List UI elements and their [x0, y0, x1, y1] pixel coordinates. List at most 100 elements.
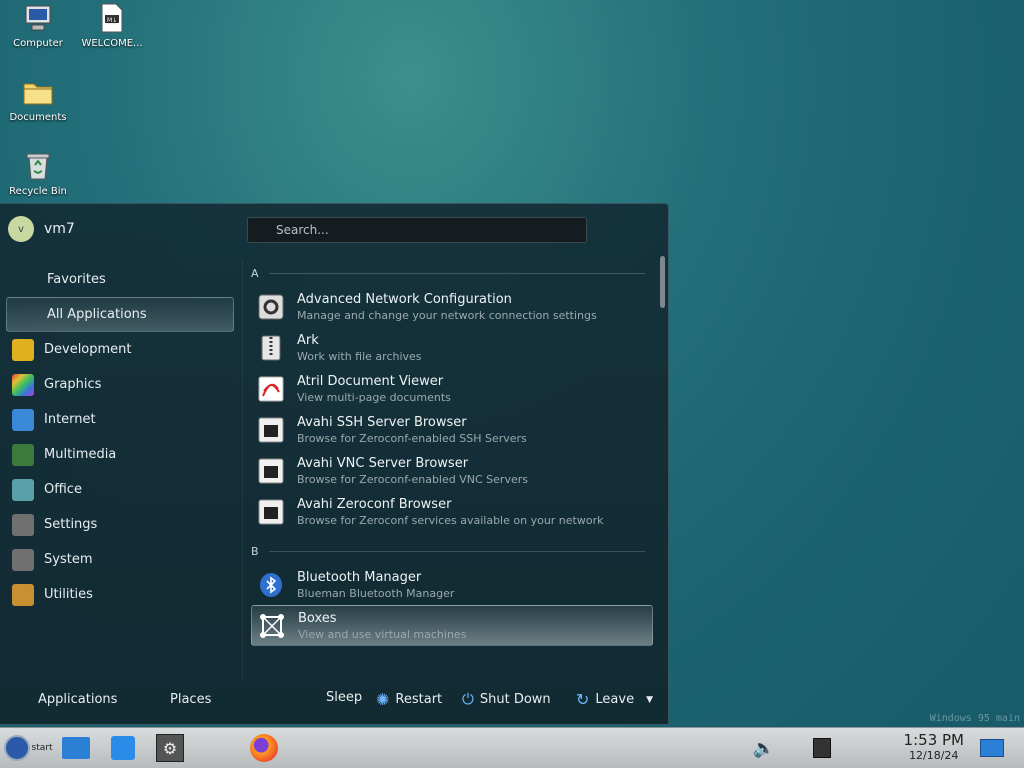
- category-office[interactable]: Office: [6, 472, 234, 507]
- file-manager-button[interactable]: [60, 732, 92, 764]
- clock-time: 1:53 PM: [903, 731, 964, 749]
- taskbar: start ⚙ 🔈 1:53 PM 12/18/24: [0, 727, 1024, 768]
- category-multimedia[interactable]: Multimedia: [6, 437, 234, 472]
- category-utilities[interactable]: Utilities: [6, 577, 234, 612]
- firefox-button[interactable]: [248, 732, 280, 764]
- app-item-ark[interactable]: Ark Work with file archives: [243, 327, 657, 368]
- bluetooth-icon: [257, 571, 285, 599]
- internet-icon: [12, 408, 34, 431]
- app-name: Avahi Zeroconf Browser: [297, 496, 452, 512]
- computer-icon: [22, 2, 54, 34]
- app-name: Atril Document Viewer: [297, 373, 444, 389]
- search-input[interactable]: Search...: [247, 217, 587, 243]
- menu-footer: Applications Places Sleep ✺ Restart ⏻ Sh…: [0, 678, 668, 724]
- category-label: Multimedia: [44, 447, 117, 462]
- speaker-icon: 🔈: [752, 737, 776, 759]
- gear-icon: ⚙: [156, 734, 184, 762]
- section-header: B: [243, 538, 657, 564]
- store-icon: [111, 736, 135, 760]
- user-header[interactable]: v vm7: [8, 216, 75, 242]
- floppy-icon: [813, 738, 831, 758]
- category-label: Utilities: [44, 587, 93, 602]
- desktop-icon-label: Recycle Bin: [9, 186, 67, 197]
- section-divider: [268, 550, 645, 552]
- app-description: Work with file archives: [297, 349, 422, 363]
- category-all-applications[interactable]: All Applications: [6, 297, 234, 332]
- app-description: Blueman Bluetooth Manager: [297, 586, 455, 600]
- clock-date: 12/18/24: [909, 749, 959, 762]
- category-label: All Applications: [47, 307, 147, 322]
- chevron-down-icon: ▼: [646, 694, 653, 705]
- app-description: Browse for Zeroconf-enabled SSH Servers: [297, 431, 527, 445]
- desktop-icon-recycle-bin[interactable]: Recycle Bin: [0, 150, 78, 197]
- save-drive-button[interactable]: [806, 732, 838, 764]
- section-divider: [268, 272, 645, 274]
- app-name: Avahi SSH Server Browser: [297, 414, 467, 430]
- desktop-icon-documents[interactable]: Documents: [0, 76, 78, 123]
- application-menu: v vm7 Search... Favorites All Applicatio…: [0, 203, 669, 725]
- leave-label: Leave: [595, 692, 635, 707]
- software-store-button[interactable]: [107, 732, 139, 764]
- tab-applications[interactable]: Applications: [38, 690, 117, 709]
- restart-button[interactable]: ✺ Restart: [376, 690, 442, 709]
- volume-button[interactable]: 🔈: [748, 732, 780, 764]
- start-button[interactable]: start: [2, 732, 54, 764]
- scrollbar-thumb[interactable]: [660, 256, 665, 308]
- restart-label: Restart: [395, 692, 443, 707]
- section-header: A: [243, 260, 657, 286]
- category-favorites[interactable]: Favorites: [6, 262, 234, 297]
- app-description: View and use virtual machines: [298, 627, 467, 641]
- category-list: Favorites All Applications Development G…: [6, 262, 234, 612]
- desktop-watermark: Windows 95 main: [929, 713, 1020, 724]
- sleep-button[interactable]: Sleep: [326, 690, 362, 705]
- settings-gear-icon: [12, 513, 34, 536]
- app-description: Browse for Zeroconf services available o…: [297, 513, 604, 527]
- app-description: View multi-page documents: [297, 390, 451, 404]
- desktop-icon-welcome[interactable]: M↓ WELCOME...: [72, 2, 152, 49]
- archive-icon: [257, 334, 285, 362]
- app-name: Advanced Network Configuration: [297, 291, 512, 307]
- development-icon: [12, 338, 34, 361]
- leave-button[interactable]: ↻ Leave ▼: [576, 690, 653, 709]
- category-settings[interactable]: Settings: [6, 507, 234, 542]
- desktop-icon-computer[interactable]: Computer: [0, 2, 78, 49]
- category-label: Graphics: [44, 377, 102, 392]
- sleep-label: Sleep: [326, 690, 363, 705]
- boxes-icon: [258, 612, 286, 640]
- category-development[interactable]: Development: [6, 332, 234, 367]
- user-name: vm7: [44, 221, 75, 237]
- app-item-advanced-network-configuration[interactable]: Advanced Network Configuration Manage an…: [243, 286, 657, 327]
- category-internet[interactable]: Internet: [6, 402, 234, 437]
- shutdown-button[interactable]: ⏻ Shut Down: [462, 690, 551, 708]
- restart-icon: ✺: [376, 690, 390, 709]
- document-viewer-icon: [257, 375, 285, 403]
- settings-button[interactable]: ⚙: [154, 732, 186, 764]
- category-system[interactable]: System: [6, 542, 234, 577]
- office-icon: [12, 478, 34, 501]
- category-label: Internet: [44, 412, 96, 427]
- tab-places[interactable]: Places: [170, 690, 211, 709]
- shutdown-label: Shut Down: [479, 691, 551, 707]
- system-clock[interactable]: 1:53 PM 12/18/24: [904, 731, 964, 762]
- category-graphics[interactable]: Graphics: [6, 367, 234, 402]
- category-label: System: [44, 552, 93, 567]
- app-item-atril[interactable]: Atril Document Viewer View multi-page do…: [243, 368, 657, 409]
- app-description: Browse for Zeroconf-enabled VNC Servers: [297, 472, 528, 486]
- app-item-avahi-zeroconf[interactable]: Avahi Zeroconf Browser Browse for Zeroco…: [243, 491, 657, 532]
- desktop-icon-label: Documents: [9, 112, 67, 123]
- app-item-bluetooth-manager[interactable]: Bluetooth Manager Blueman Bluetooth Mana…: [243, 564, 657, 605]
- network-tray-button[interactable]: [976, 732, 1008, 764]
- section-letter: A: [251, 266, 259, 280]
- category-label: Development: [44, 342, 132, 357]
- app-item-avahi-vnc[interactable]: Avahi VNC Server Browser Browse for Zero…: [243, 450, 657, 491]
- folder-icon: [62, 737, 90, 759]
- firefox-icon: [250, 734, 278, 762]
- markdown-file-icon: M↓: [96, 2, 128, 34]
- app-name: Boxes: [298, 610, 337, 626]
- category-label: Settings: [44, 517, 98, 532]
- system-gear-icon: [12, 548, 34, 571]
- app-item-avahi-ssh[interactable]: Avahi SSH Server Browser Browse for Zero…: [243, 409, 657, 450]
- avatar: v: [8, 216, 34, 242]
- app-item-boxes[interactable]: Boxes View and use virtual machines: [251, 605, 653, 646]
- app-description: Manage and change your network connectio…: [297, 308, 597, 322]
